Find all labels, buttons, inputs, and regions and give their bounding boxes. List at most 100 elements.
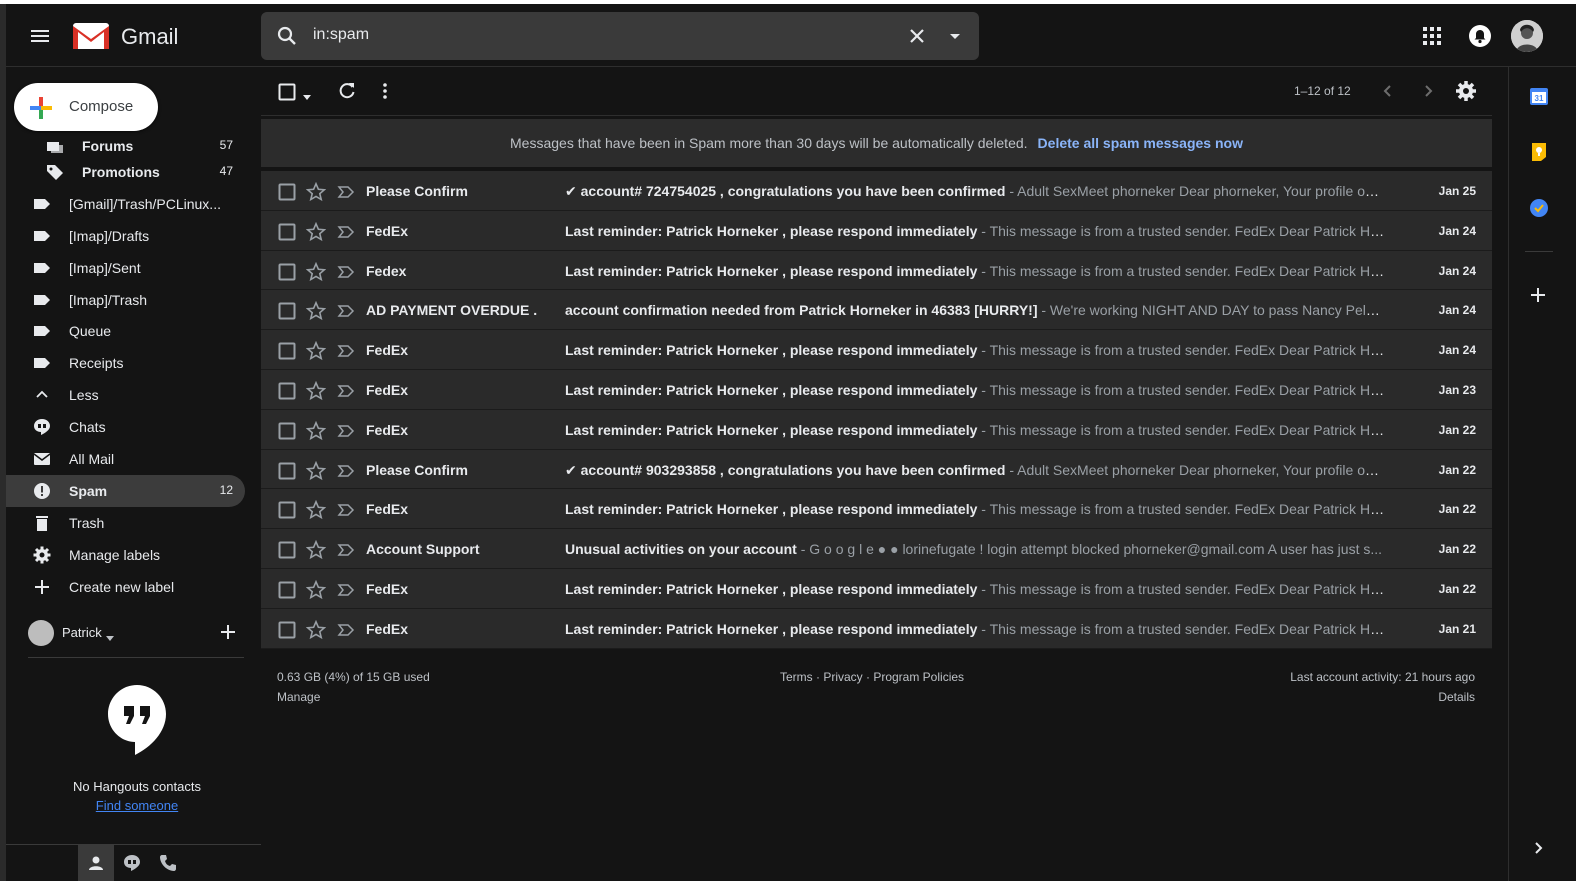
- mail-row[interactable]: Please Confirm ✔ account# 903293858 , co…: [261, 449, 1492, 490]
- star-icon[interactable]: [305, 340, 327, 366]
- google-apps-icon[interactable]: [1422, 26, 1442, 51]
- mail-row[interactable]: FedEx Last reminder: Patrick Horneker , …: [261, 489, 1492, 530]
- expand-panel-icon[interactable]: [1529, 839, 1547, 862]
- compose-button[interactable]: Compose: [14, 83, 158, 131]
- row-checkbox[interactable]: [278, 382, 296, 405]
- gmail-logo-icon[interactable]: [72, 22, 110, 50]
- row-checkbox[interactable]: [278, 183, 296, 206]
- importance-marker-icon[interactable]: [337, 382, 355, 405]
- brand-name[interactable]: Gmail: [121, 24, 178, 50]
- calendar-icon[interactable]: 31: [1529, 86, 1549, 111]
- star-icon[interactable]: [305, 460, 327, 486]
- mail-date: Jan 25: [1438, 184, 1476, 198]
- more-options-icon[interactable]: [375, 81, 395, 106]
- star-icon[interactable]: [305, 380, 327, 406]
- sidebar-item-trash[interactable]: Trash: [6, 507, 245, 539]
- star-icon[interactable]: [305, 500, 327, 525]
- importance-marker-icon[interactable]: [337, 541, 355, 564]
- importance-marker-icon[interactable]: [337, 223, 355, 246]
- sidebar-item-forums[interactable]: Forums 57: [6, 140, 245, 156]
- mail-row[interactable]: FedEx Last reminder: Patrick Horneker , …: [261, 608, 1492, 649]
- select-menu-caret-icon[interactable]: [302, 88, 312, 106]
- main-menu-icon[interactable]: [28, 24, 52, 48]
- importance-marker-icon[interactable]: [337, 462, 355, 485]
- star-icon[interactable]: [305, 539, 327, 565]
- importance-marker-icon[interactable]: [337, 621, 355, 644]
- importance-marker-icon[interactable]: [337, 342, 355, 365]
- sidebar-item-gmail-trash-pclinux[interactable]: [Gmail]/Trash/PCLinux...: [6, 188, 245, 220]
- manage-storage-link[interactable]: Manage: [277, 690, 320, 704]
- hangouts-user[interactable]: Patrick: [28, 618, 244, 658]
- star-icon[interactable]: [305, 221, 327, 247]
- sidebar-item-imap-trash[interactable]: [Imap]/Trash: [6, 284, 245, 316]
- sidebar-item-chats[interactable]: Chats: [6, 411, 245, 443]
- chevron-right-icon[interactable]: [1418, 81, 1438, 106]
- mail-row[interactable]: FedEx Last reminder: Patrick Horneker , …: [261, 369, 1492, 410]
- star-icon[interactable]: [305, 181, 327, 207]
- sidebar-item-promotions[interactable]: Promotions 47: [6, 156, 245, 188]
- mail-row[interactable]: FedEx Last reminder: Patrick Horneker , …: [261, 210, 1492, 251]
- account-avatar[interactable]: [1511, 20, 1543, 52]
- row-checkbox[interactable]: [278, 342, 296, 365]
- row-checkbox[interactable]: [278, 263, 296, 286]
- row-checkbox[interactable]: [278, 621, 296, 644]
- plus-icon: [33, 578, 51, 596]
- sidebar-item-less[interactable]: Less: [6, 379, 245, 411]
- mail-row[interactable]: FedEx Last reminder: Patrick Horneker , …: [261, 568, 1492, 609]
- footer-links[interactable]: Terms · Privacy · Program Policies: [780, 670, 964, 684]
- activity-details-link[interactable]: Details: [1438, 690, 1475, 704]
- chevron-left-icon[interactable]: [1378, 81, 1398, 106]
- notifications-icon[interactable]: [1468, 24, 1492, 53]
- mail-row[interactable]: AD PAYMENT OVERDUE . account confirmatio…: [261, 290, 1492, 331]
- find-someone-link[interactable]: Find someone: [6, 798, 268, 813]
- row-checkbox[interactable]: [278, 223, 296, 246]
- sidebar-item-create-label[interactable]: Create new label: [6, 571, 245, 603]
- search-icon[interactable]: [275, 24, 299, 53]
- importance-marker-icon[interactable]: [337, 302, 355, 325]
- clear-search-icon[interactable]: [905, 24, 929, 53]
- search-bar[interactable]: in:spam: [261, 12, 979, 60]
- star-icon[interactable]: [305, 619, 327, 645]
- row-checkbox[interactable]: [278, 422, 296, 445]
- conversations-tab[interactable]: [114, 845, 150, 881]
- new-conversation-icon[interactable]: [220, 624, 236, 645]
- row-checkbox[interactable]: [278, 462, 296, 485]
- add-addon-icon[interactable]: [1529, 286, 1547, 309]
- mail-row[interactable]: FedEx Last reminder: Patrick Horneker , …: [261, 409, 1492, 450]
- importance-marker-icon[interactable]: [337, 263, 355, 286]
- importance-marker-icon[interactable]: [337, 183, 355, 206]
- importance-marker-icon[interactable]: [337, 422, 355, 445]
- tasks-icon[interactable]: [1529, 198, 1549, 223]
- mail-row[interactable]: FedEx Last reminder: Patrick Horneker , …: [261, 330, 1492, 370]
- settings-gear-icon[interactable]: [1455, 80, 1477, 107]
- star-icon[interactable]: [305, 261, 327, 287]
- search-options-icon[interactable]: [943, 24, 967, 53]
- star-icon[interactable]: [305, 420, 327, 446]
- caret-down-icon[interactable]: [106, 629, 114, 647]
- sidebar-item-imap-sent[interactable]: [Imap]/Sent: [6, 252, 245, 284]
- sidebar-item-spam[interactable]: Spam 12: [6, 474, 245, 507]
- mail-row[interactable]: Account Support Unusual activities on yo…: [261, 529, 1492, 569]
- sidebar-item-all-mail[interactable]: All Mail: [6, 443, 245, 475]
- select-all-checkbox[interactable]: [278, 83, 296, 106]
- refresh-icon[interactable]: [337, 81, 357, 106]
- sidebar-item-receipts[interactable]: Receipts: [6, 347, 245, 379]
- star-icon[interactable]: [305, 579, 327, 605]
- mail-row[interactable]: Please Confirm ✔ account# 724754025 , co…: [261, 171, 1492, 211]
- importance-marker-icon[interactable]: [337, 581, 355, 604]
- row-checkbox[interactable]: [278, 581, 296, 604]
- sidebar-item-manage-labels[interactable]: Manage labels: [6, 539, 245, 571]
- search-input[interactable]: in:spam: [313, 26, 369, 44]
- sidebar-item-imap-drafts[interactable]: [Imap]/Drafts: [6, 220, 245, 252]
- delete-all-spam-link[interactable]: Delete all spam messages now: [1038, 135, 1243, 151]
- row-checkbox[interactable]: [278, 501, 296, 524]
- mail-row[interactable]: Fedex Last reminder: Patrick Horneker , …: [261, 250, 1492, 291]
- sidebar-item-queue[interactable]: Queue: [6, 315, 245, 347]
- contacts-tab[interactable]: [78, 845, 114, 881]
- calls-tab[interactable]: [150, 845, 186, 881]
- row-checkbox[interactable]: [278, 302, 296, 325]
- keep-icon[interactable]: [1529, 142, 1549, 167]
- row-checkbox[interactable]: [278, 541, 296, 564]
- star-icon[interactable]: [305, 301, 327, 326]
- importance-marker-icon[interactable]: [337, 501, 355, 524]
